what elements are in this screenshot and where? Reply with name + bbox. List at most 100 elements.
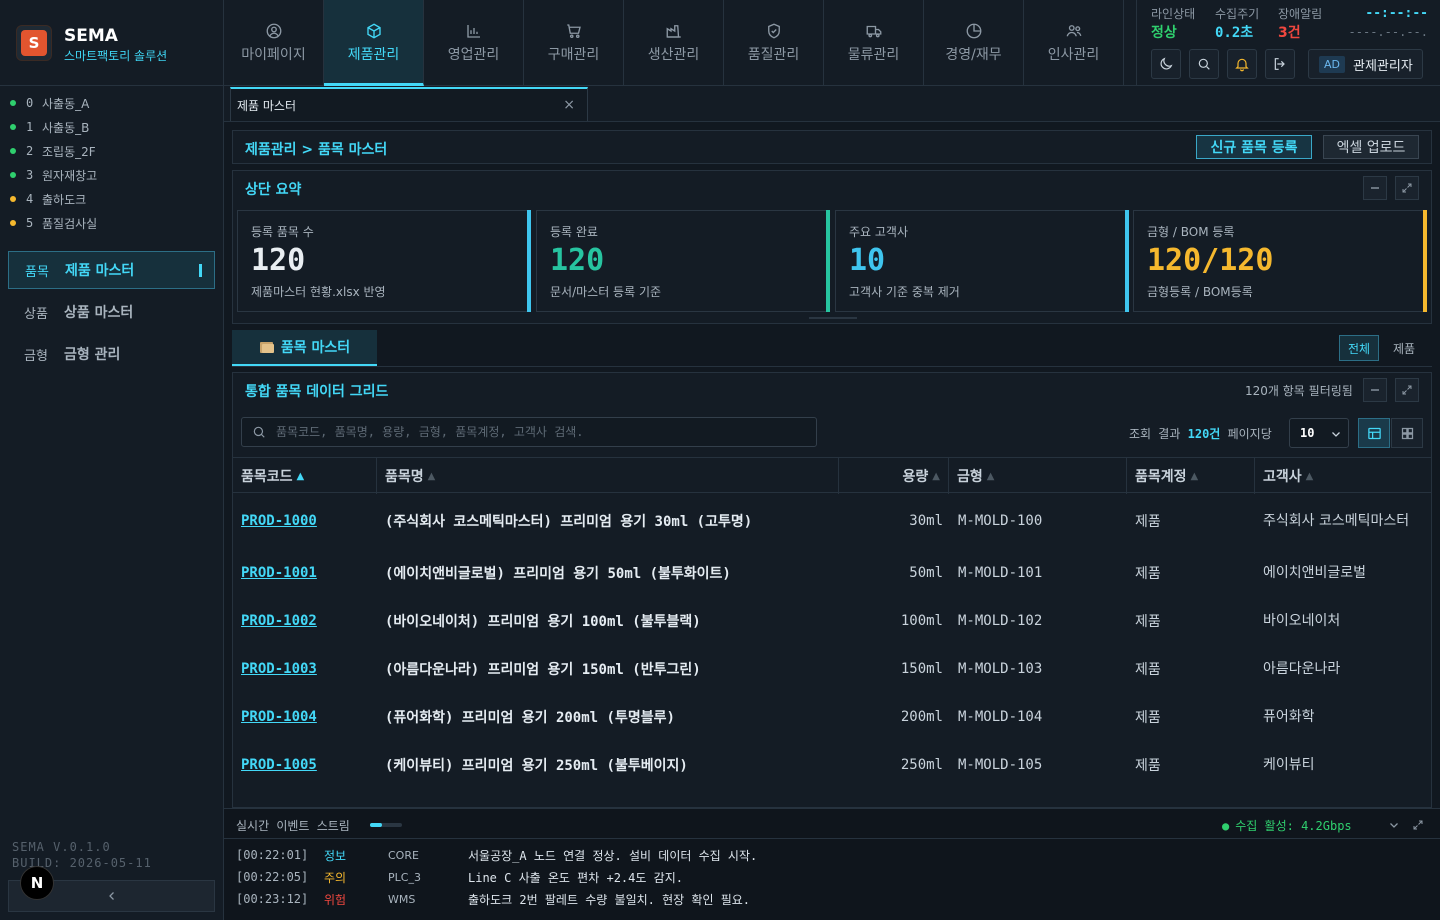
zone-item[interactable]: 1 사출동_B (10, 117, 89, 137)
shield-check-icon (767, 23, 780, 39)
minimize-button[interactable] (1363, 176, 1387, 200)
menu-prefix: 품목 (25, 264, 49, 280)
brand-area[interactable]: S SEMA 스마트팩토리 솔루션 (0, 0, 224, 86)
sidebar-item-mold-management[interactable]: 금형 금형 관리 (8, 335, 215, 373)
new-item-button[interactable]: 신규 품목 등록 (1196, 135, 1312, 159)
card-sub: 금형등록 / BOM등록 (1147, 285, 1253, 299)
item-code-link[interactable]: PROD-1001 (241, 549, 317, 597)
close-icon[interactable]: × (563, 97, 575, 113)
table-row[interactable]: PROD-1003 (아름다운나라) 프리미엄 용기 150ml (반투그린) … (233, 645, 1431, 693)
minus-icon (1371, 389, 1379, 391)
tab-product-master[interactable]: 제품 마스터 × (230, 87, 588, 121)
menu-label: 제품 마스터 (65, 263, 135, 279)
zone-item[interactable]: 3 원자재창고 (10, 165, 97, 185)
logout-icon (1274, 58, 1285, 70)
main-nav: 마이페이지 제품관리 영업관리 구매관리 생산관리 품질관리 물류관리 경영/재… (224, 0, 1124, 86)
item-code-link[interactable]: PROD-1005 (241, 741, 317, 789)
table-row[interactable]: PROD-1002 (바이오네이처) 프리미엄 용기 100ml (불투블랙) … (233, 597, 1431, 645)
zone-item[interactable]: 4 출하도크 (10, 189, 86, 209)
page-size-select[interactable]: 10 (1289, 418, 1349, 448)
nav-label: 인사관리 (1047, 47, 1100, 63)
summary-card: 등록 완료 120 문서/마스터 등록 기준 (536, 210, 830, 312)
expand-button[interactable] (1395, 176, 1419, 200)
log-entry: [00:23:12] 위험 WMS 출하도크 2번 팔레트 수량 불일치. 현장 확인… (236, 889, 750, 909)
column-header-name[interactable]: 품목명 ▲ (377, 458, 839, 494)
expand-button[interactable] (1395, 378, 1419, 402)
nav-item-mypage[interactable]: 마이페이지 (224, 0, 324, 86)
item-account: 제품 (1135, 758, 1161, 774)
resize-handle[interactable] (809, 317, 857, 319)
item-code-link[interactable]: PROD-1003 (241, 645, 317, 693)
item-customer: 바이오네이처 (1263, 612, 1341, 629)
column-header-account[interactable]: 품목계정 ▲ (1127, 458, 1255, 494)
nav-item-quality[interactable]: 품질관리 (724, 0, 824, 86)
nav-item-finance[interactable]: 경영/재무 (924, 0, 1024, 86)
search-button[interactable] (1189, 49, 1219, 79)
n-badge[interactable]: N (20, 866, 54, 900)
sidebar-item-product-master[interactable]: 품목 제품 마스터 (8, 251, 215, 289)
box-icon (366, 23, 381, 39)
stream-status: 수집 활성: 4.2Gbps (1222, 817, 1351, 834)
line-status-label: 라인상태 (1151, 7, 1196, 21)
table-view-button[interactable] (1358, 418, 1390, 448)
table-header: 품목코드 ▲ 품목명 ▲ 용량 ▲ 금형 ▲ 품목계정 ▲ 고객사 ▲ (233, 457, 1431, 494)
table-row[interactable]: PROD-1004 (퓨어화학) 프리미엄 용기 200ml (투명블루) 20… (233, 693, 1431, 741)
nav-item-purchase[interactable]: 구매관리 (524, 0, 624, 86)
card-label: 금형 / BOM 등록 (1147, 225, 1235, 239)
expand-icon (1402, 183, 1412, 193)
item-code-link[interactable]: PROD-1004 (241, 693, 317, 741)
nav-item-hr[interactable]: 인사관리 (1024, 0, 1124, 86)
item-capacity: 30ml (909, 513, 943, 529)
minimize-button[interactable] (1363, 378, 1387, 402)
moon-icon (1160, 57, 1173, 70)
line-status-value: 정상 (1151, 25, 1177, 41)
column-header-mold[interactable]: 금형 ▲ (949, 458, 1127, 494)
bell-icon (1235, 58, 1249, 72)
sort-icon: ▲ (932, 470, 940, 482)
table-row[interactable]: PROD-1001 (에이치앤비글로벌) 프리미엄 용기 50ml (불투화이트… (233, 549, 1431, 597)
card-view-button[interactable] (1391, 418, 1423, 448)
card-sub: 고객사 기준 중복 제거 (849, 285, 960, 299)
zone-item[interactable]: 0 사출동_A (10, 93, 89, 113)
logout-button[interactable] (1265, 49, 1295, 79)
column-header-capacity[interactable]: 용량 ▲ (839, 458, 949, 494)
table-row[interactable]: PROD-1005 (케이뷰티) 프리미엄 용기 250ml (불투베이지) 2… (233, 741, 1431, 789)
zone-index: 0 (26, 96, 34, 110)
theme-toggle-button[interactable] (1151, 49, 1181, 79)
column-header-code[interactable]: 품목코드 ▲ (233, 458, 377, 494)
active-marker (199, 264, 202, 277)
nav-item-product[interactable]: 제품관리 (324, 0, 424, 86)
sidebar-item-goods-master[interactable]: 상품 상품 마스터 (8, 293, 215, 331)
search-input[interactable] (276, 425, 796, 439)
chevron-down-icon[interactable] (1388, 819, 1400, 831)
item-code-link[interactable]: PROD-1002 (241, 597, 317, 645)
nav-item-logistics[interactable]: 물류관리 (824, 0, 924, 86)
event-stream: 실시간 이벤트 스트림 수집 활성: 4.2Gbps [00:22:01] 정보 C… (224, 808, 1440, 920)
filter-all-button[interactable]: 전체 (1339, 335, 1379, 361)
filter-product-button[interactable]: 제품 (1384, 335, 1424, 361)
tab-item-master[interactable]: 품목 마스터 (232, 330, 377, 366)
column-header-customer[interactable]: 고객사 ▲ (1255, 458, 1431, 494)
sidebar: 0 사출동_A 1 사출동_B 2 조립동_2F 3 원자재창고 4 출하도크 5 품질검사실 품목 … (0, 86, 224, 920)
tab-bar: 제품 마스터 × (224, 86, 1440, 122)
excel-upload-button[interactable]: 엑셀 업로드 (1323, 135, 1419, 159)
admin-profile-button[interactable]: AD 관제관리자 (1308, 49, 1423, 79)
item-customer: 퓨어화학 (1263, 708, 1315, 725)
item-code-link[interactable]: PROD-1000 (241, 497, 317, 545)
nav-item-production[interactable]: 생산관리 (624, 0, 724, 86)
log-time: [00:22:05] (236, 870, 309, 884)
log-level: 주의 (324, 870, 347, 885)
nav-item-sales[interactable]: 영업관리 (424, 0, 524, 86)
admin-name: 관제관리자 (1353, 58, 1413, 74)
expand-icon[interactable] (1412, 819, 1424, 831)
card-accent-bar (1125, 210, 1129, 312)
brand-subtitle: 스마트팩토리 솔루션 (64, 49, 168, 63)
item-customer: 아름다운나라 (1263, 660, 1341, 677)
item-account: 제품 (1135, 614, 1161, 630)
notification-button[interactable] (1227, 49, 1257, 79)
zone-item[interactable]: 5 품질검사실 (10, 213, 97, 233)
admin-badge: AD (1319, 55, 1345, 73)
item-name: (바이오네이처) 프리미엄 용기 100ml (불투블랙) (385, 614, 701, 630)
zone-item[interactable]: 2 조립동_2F (10, 141, 96, 161)
table-row[interactable]: PROD-1000 (주식회사 코스메틱마스터) 프리미엄 용기 30ml (고… (233, 497, 1431, 545)
